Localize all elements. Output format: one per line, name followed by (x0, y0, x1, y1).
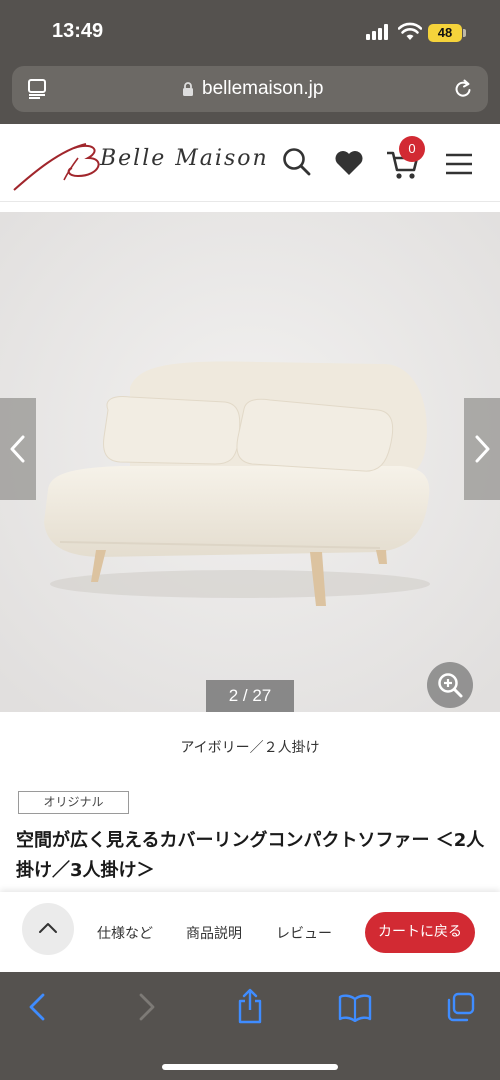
search-icon[interactable] (282, 146, 312, 178)
product-image-gallery[interactable]: 2 / 27 (0, 212, 500, 712)
scroll-top-button[interactable] (22, 903, 74, 955)
nav-link-specs[interactable]: 仕様など (97, 923, 153, 943)
chevron-left-icon (10, 435, 25, 463)
nav-link-review[interactable]: レビュー (276, 923, 332, 943)
status-time: 13:49 (52, 20, 104, 42)
browser-url-area: bellemaison.jp (0, 62, 500, 124)
battery-tip (463, 29, 466, 37)
bookmarks-icon[interactable] (338, 994, 372, 1022)
tabs-icon[interactable] (445, 992, 475, 1022)
chevron-up-icon (39, 923, 57, 933)
logo-mark[interactable] (12, 136, 102, 194)
back-icon[interactable] (26, 992, 50, 1022)
site-logo[interactable]: Belle Maison (100, 146, 269, 171)
url-text[interactable]: bellemaison.jp (202, 78, 323, 100)
status-bar: 13:49 48 (0, 0, 500, 62)
original-tag: オリジナル (18, 791, 129, 814)
reload-icon[interactable] (452, 78, 474, 100)
cellular-signal-icon (366, 24, 390, 40)
nav-link-description[interactable]: 商品説明 (186, 923, 242, 943)
heart-icon[interactable] (334, 150, 364, 176)
menu-icon[interactable] (445, 152, 473, 176)
image-counter: 2 / 27 (206, 680, 294, 712)
lock-icon (183, 82, 193, 96)
cart-count-badge: 0 (399, 136, 425, 162)
zoom-button[interactable] (427, 662, 473, 708)
image-caption: アイボリー／２人掛け (180, 740, 320, 756)
address-bar[interactable]: bellemaison.jp (12, 66, 488, 112)
battery-indicator: 48 (428, 24, 462, 42)
home-indicator (162, 1064, 338, 1070)
share-icon[interactable] (235, 988, 265, 1024)
product-sticky-nav: 仕様など 商品説明 レビュー カートに戻る (0, 892, 500, 972)
tab-list-icon[interactable] (26, 78, 48, 100)
zoom-icon (438, 673, 463, 698)
gallery-next-button[interactable] (464, 398, 500, 500)
chevron-right-icon (475, 435, 490, 463)
gallery-prev-button[interactable] (0, 398, 36, 500)
wifi-icon (398, 22, 422, 40)
sofa-product-image (0, 212, 500, 712)
browser-toolbar (0, 972, 500, 1080)
forward-icon[interactable] (134, 992, 158, 1022)
product-title: 空間が広く見えるカバーリングコンパクトソファー ＜2人掛け／3人掛け＞ (16, 830, 485, 881)
back-to-cart-button[interactable]: カートに戻る (365, 912, 475, 953)
site-header: Belle Maison 0 (0, 124, 500, 202)
